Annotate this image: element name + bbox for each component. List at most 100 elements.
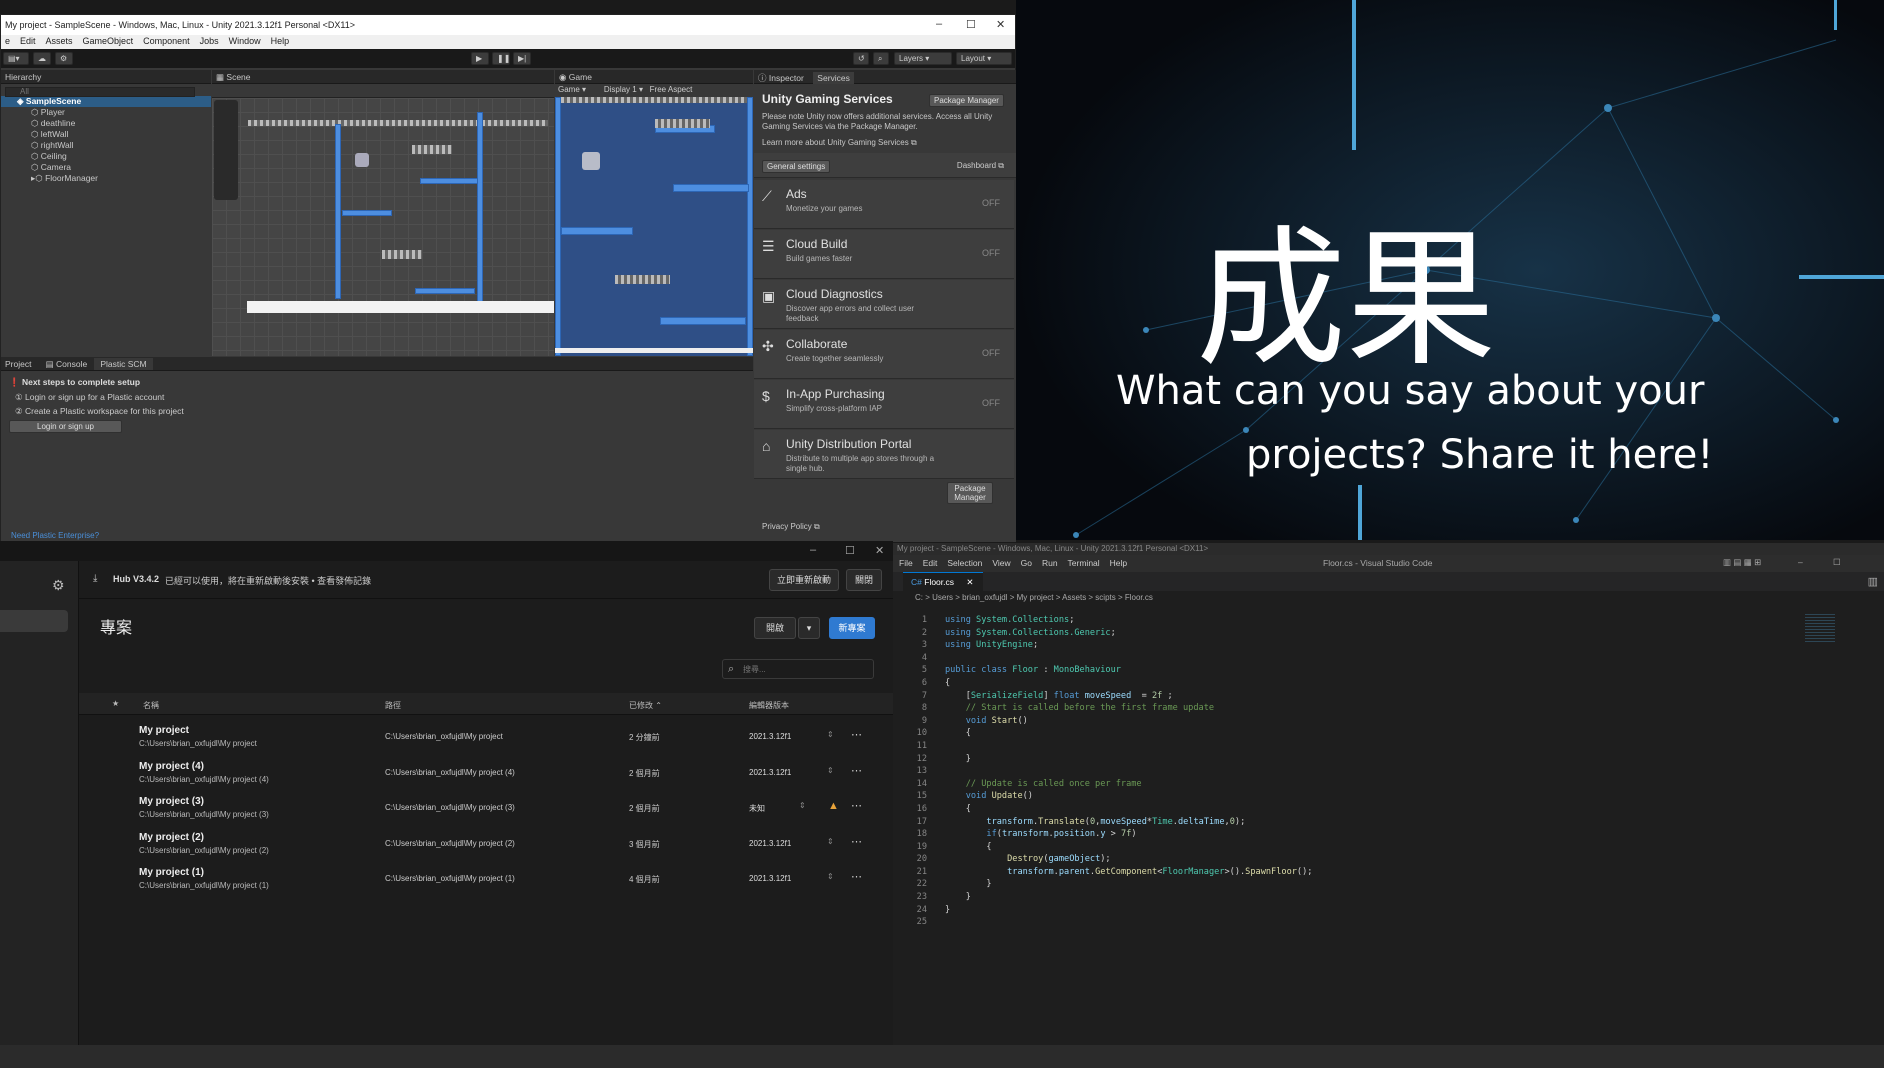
code-line[interactable] (945, 916, 1312, 929)
search-icon[interactable]: ⌕ (873, 52, 889, 65)
tab-floor-cs[interactable]: C# Floor.cs ✕ (903, 572, 983, 591)
service-row[interactable]: $ In-App Purchasing Simplify cross-platfor… (754, 380, 1014, 429)
code-line[interactable]: { (945, 727, 1312, 740)
menu-edit[interactable]: Edit (20, 36, 36, 48)
sidebar-item-projects[interactable] (0, 610, 68, 632)
code-line[interactable]: } (945, 753, 1312, 766)
col-editor[interactable]: 編輯器版本 (749, 700, 789, 711)
service-toggle[interactable]: OFF (982, 398, 1000, 408)
version-switch-icon[interactable]: ⇕ (799, 801, 806, 810)
editor-version[interactable]: 2021.3.12f1 (749, 874, 791, 883)
update-notice[interactable]: 已經可以使用，將在重新啟動後安裝 • 查看發佈記錄 (165, 574, 371, 587)
menu-component[interactable]: Component (143, 36, 190, 48)
menu-gameobject[interactable]: GameObject (83, 36, 134, 48)
code-line[interactable]: // Update is called once per frame (945, 778, 1312, 791)
code-line[interactable]: { (945, 677, 1312, 690)
minimize-icon[interactable]: – (936, 18, 942, 30)
scene-toolbar[interactable] (212, 84, 554, 98)
close-icon[interactable]: ✕ (996, 18, 1005, 31)
service-row[interactable]: ✣ Collaborate Create together seamlessly OF… (754, 330, 1014, 379)
menu-assets[interactable]: Assets (46, 36, 73, 48)
code-line[interactable]: using System.Collections; (945, 614, 1312, 627)
open-dropdown-icon[interactable]: ▾ (798, 617, 820, 639)
editor-version[interactable]: 2021.3.12f1 (749, 839, 791, 848)
project-row[interactable]: My project (1) C:\Users\brian_oxfujdl\My … (79, 861, 893, 896)
service-toggle[interactable]: OFF (982, 198, 1000, 208)
cloud-icon[interactable]: ☁ (33, 52, 51, 65)
history-icon[interactable]: ↺ (853, 52, 869, 65)
menu-edit[interactable]: Edit (923, 558, 938, 569)
maximize-icon[interactable]: ☐ (845, 544, 855, 557)
project-row[interactable]: My project (4) C:\Users\brian_oxfujdl\My … (79, 755, 893, 790)
tab-plastic[interactable]: Plastic SCM (94, 358, 153, 370)
service-row[interactable]: ▣ Cloud Diagnostics Discover app errors an… (754, 280, 1014, 329)
menu-selection[interactable]: Selection (947, 558, 982, 569)
code-line[interactable]: using System.Collections.Generic; (945, 627, 1312, 640)
menu-file[interactable]: e (5, 36, 10, 48)
settings-icon[interactable]: ⚙ (52, 577, 65, 594)
more-options-icon[interactable]: ⋯ (851, 870, 862, 883)
project-name[interactable]: My project (4) (139, 761, 204, 772)
step-button[interactable]: ▶| (513, 52, 531, 65)
code-line[interactable]: } (945, 878, 1312, 891)
display-dropdown[interactable]: Display 1 (604, 85, 637, 94)
more-options-icon[interactable]: ⋯ (851, 764, 862, 777)
editor-version[interactable]: 2021.3.12f1 (749, 732, 791, 741)
code-line[interactable] (945, 652, 1312, 665)
close-icon[interactable]: ✕ (875, 544, 884, 557)
split-editor-icon[interactable]: ▥ (1868, 575, 1878, 588)
breadcrumb[interactable]: C: > Users > brian_oxfujdl > My project … (893, 591, 1884, 604)
hierarchy-item[interactable]: ⬡ Ceiling (1, 151, 211, 162)
dashboard-link[interactable]: Dashboard ⧉ (957, 161, 1004, 171)
menu-run[interactable]: Run (1042, 558, 1058, 569)
close-tab-icon[interactable]: ✕ (966, 577, 973, 587)
service-toggle[interactable]: OFF (982, 248, 1000, 258)
plastic-enterprise-link[interactable]: Need Plastic Enterprise? (11, 531, 99, 540)
project-row[interactable]: My project C:\Users\brian_oxfujdl\My proj… (79, 719, 893, 754)
code-line[interactable]: } (945, 904, 1312, 917)
col-modified[interactable]: 已修改 ⌃ (629, 700, 662, 711)
code-line[interactable]: transform.parent.GetComponent<FloorManag… (945, 866, 1312, 879)
pause-button[interactable]: ❚❚ (492, 52, 510, 65)
udp-package-manager-button[interactable]: Package Manager (947, 482, 993, 504)
project-name[interactable]: My project (1) (139, 867, 204, 878)
project-row[interactable]: My project (2) C:\Users\brian_oxfujdl\My … (79, 826, 893, 861)
learn-more-link[interactable]: Learn more about Unity Gaming Services ⧉ (762, 138, 917, 148)
maximize-icon[interactable]: ☐ (966, 18, 976, 31)
package-manager-button[interactable]: Package Manager (929, 94, 1004, 107)
menu-view[interactable]: View (992, 558, 1010, 569)
service-row[interactable]: ⌂ Unity Distribution Portal Distribute to … (754, 430, 1014, 479)
editor-version[interactable]: 未知 (749, 803, 765, 814)
tab-project[interactable]: Project (5, 359, 31, 369)
code-line[interactable] (945, 740, 1312, 753)
project-name[interactable]: My project (139, 725, 189, 736)
menu-jobs[interactable]: Jobs (200, 36, 219, 48)
hierarchy-tab[interactable]: Hierarchy (1, 70, 211, 84)
general-settings-button[interactable]: General settings (762, 160, 831, 173)
open-button[interactable]: 開啟 (754, 617, 796, 639)
version-switch-icon[interactable]: ⇕ (827, 872, 834, 881)
version-switch-icon[interactable]: ⇕ (827, 766, 834, 775)
col-name[interactable]: 名稱 (143, 700, 159, 711)
search-input[interactable] (743, 662, 868, 676)
aspect-dropdown[interactable]: Free Aspect (650, 85, 693, 94)
code-line[interactable]: { (945, 803, 1312, 816)
code-line[interactable]: { (945, 841, 1312, 854)
close-notice-button[interactable]: 關閉 (846, 569, 882, 591)
collab-icon[interactable]: ⚙ (55, 52, 73, 65)
hierarchy-item[interactable]: ⬡ rightWall (1, 140, 211, 151)
game-viewport[interactable] (555, 97, 753, 356)
login-button[interactable]: Login or sign up (9, 420, 122, 433)
project-row[interactable]: My project (3) C:\Users\brian_oxfujdl\My … (79, 790, 893, 825)
menu-terminal[interactable]: Terminal (1068, 558, 1100, 569)
menu-file[interactable]: File (899, 558, 913, 569)
code-line[interactable]: if(transform.position.y > 7f) (945, 828, 1312, 841)
service-toggle[interactable]: OFF (982, 348, 1000, 358)
tab-services[interactable]: Services (813, 72, 854, 84)
code-line[interactable]: void Start() (945, 715, 1312, 728)
version-switch-icon[interactable]: ⇕ (827, 837, 834, 846)
layers-dropdown[interactable]: Layers ▾ (894, 52, 952, 65)
maximize-icon[interactable]: ☐ (1833, 557, 1841, 568)
menu-help[interactable]: Help (271, 36, 290, 48)
scene-viewport[interactable] (212, 98, 554, 356)
